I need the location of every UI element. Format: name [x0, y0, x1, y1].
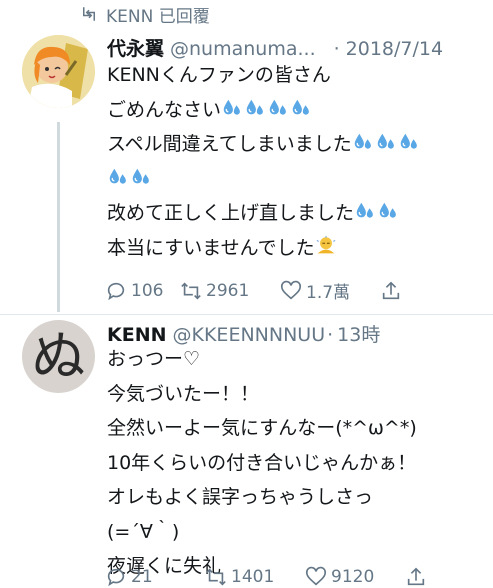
- heart-icon: [306, 566, 326, 586]
- tweet2-actions: 21 1401 9120: [105, 566, 435, 588]
- sweat-droplets-icon: [267, 97, 289, 119]
- reply-button[interactable]: 21: [105, 566, 205, 588]
- share-button[interactable]: [405, 566, 431, 588]
- tweet-line: 今気づいたー！！: [107, 382, 260, 405]
- sweat-droplets-icon: [375, 131, 397, 153]
- emoji-line: [107, 162, 421, 197]
- avatar-glyph: ぬ: [31, 325, 86, 388]
- share-icon: [382, 281, 400, 299]
- sweat-droplets-icon: [130, 166, 152, 188]
- heart-icon: [281, 280, 301, 299]
- avatar-numanuma[interactable]: [22, 35, 95, 108]
- tweet-line: 改めて正しく上げ直しました: [107, 202, 355, 224]
- reply-icon: [107, 568, 125, 587]
- sweat-droplets-icon: [244, 97, 266, 119]
- sweat-droplets-icon: [352, 131, 374, 153]
- bowing-person-icon: [315, 235, 337, 257]
- retweet-count: 2961: [206, 280, 250, 301]
- tweet-line-with-emoji: ごめんなさい: [107, 93, 421, 128]
- tweet2-body: おっつー♡ 今気づいたー！！ 全然いーよー気にすんなー(*^ω^*) 10年くら…: [107, 342, 417, 584]
- tweet-line-with-emoji: 改めて正しく上げ直しました: [107, 196, 421, 231]
- retweet-header-text: KENN 已回覆: [106, 6, 210, 27]
- retweet-icon: [206, 568, 226, 586]
- sweat-droplets-icon: [221, 97, 243, 119]
- retweet-icon: [83, 7, 95, 21]
- like-button[interactable]: 1.7萬: [280, 278, 380, 303]
- tweet-line: おっつー♡: [107, 348, 201, 370]
- tweet-line: オレもよく誤字っちゃうしさっ: [107, 486, 374, 508]
- tweet-line: スペル間違えてしまいました: [107, 133, 352, 155]
- tweet-line: 全然いーよー気にすんなー(*^ω^*): [107, 417, 417, 439]
- tweet-divider: [0, 314, 493, 315]
- reply-count: 106: [131, 280, 164, 301]
- tweet-line: 本当にすいませんでした: [107, 236, 315, 259]
- retweet-button[interactable]: 2961: [180, 280, 280, 302]
- like-count: 9120: [331, 567, 375, 587]
- retweet-count: 1401: [231, 567, 275, 587]
- avatar-kenn[interactable]: ぬ: [22, 320, 95, 393]
- share-button[interactable]: [380, 280, 406, 302]
- sweat-droplets-icon: [377, 200, 399, 222]
- sweat-droplets-icon: [354, 200, 376, 222]
- tweet-date[interactable]: 2018/7/14: [346, 38, 443, 60]
- tweet-line: 10年くらいの付き合いじゃんかぁ！: [107, 451, 417, 474]
- tweet-line: (=´∀｀): [107, 520, 180, 543]
- retweet-header: KENN 已回覆: [80, 2, 210, 27]
- reply-icon: [107, 282, 125, 300]
- tweet-line-with-emoji: 本当にすいませんでした: [107, 231, 421, 266]
- tweet1-actions: 106 2961 1.7萬: [105, 278, 435, 303]
- user-handle[interactable]: @numanuma...: [170, 38, 316, 60]
- reply-button[interactable]: 106: [105, 280, 180, 302]
- sweat-droplets-icon: [107, 166, 129, 188]
- reply-count: 21: [131, 567, 153, 587]
- avatar-illustration: [22, 35, 95, 108]
- tweet-line: ごめんなさい: [107, 98, 222, 121]
- header-separator: ·: [333, 38, 340, 60]
- like-button[interactable]: 9120: [305, 566, 405, 588]
- tweet1-body: KENNくんファンの皆さん ごめんなさい スペル間違えてしまいました 改めて正し…: [107, 58, 421, 265]
- tweet1-header: 代永翼 @numanuma... · 2018/7/14: [107, 34, 443, 61]
- like-count: 1.7萬: [306, 283, 351, 303]
- display-name[interactable]: 代永翼: [107, 34, 164, 61]
- retweet-icon: [181, 281, 201, 300]
- retweet-button[interactable]: 1401: [205, 566, 305, 588]
- tweet-line-with-emoji: スペル間違えてしまいました: [107, 127, 421, 162]
- sweat-droplets-icon: [290, 97, 312, 119]
- tweet-line: KENNくんファンの皆さん: [107, 64, 331, 86]
- thread-connector-line: [57, 122, 60, 312]
- share-icon: [407, 567, 425, 586]
- sweat-droplets-icon: [398, 131, 420, 153]
